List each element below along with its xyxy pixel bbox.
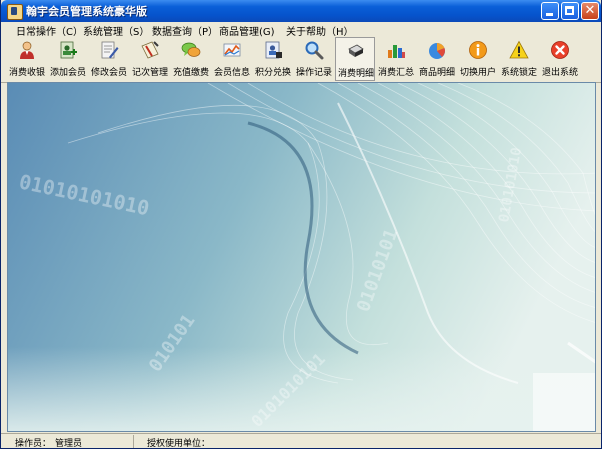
switch-user-label: 切换用户 <box>459 68 496 78</box>
cashier-label: 消费收银 <box>8 68 45 78</box>
consumption-summary-button[interactable]: 消费汇总 <box>376 37 416 81</box>
member-info-button[interactable]: 会员信息 <box>212 37 252 81</box>
edit-member-button[interactable]: 修改会员 <box>89 37 129 81</box>
title-bar[interactable]: 翰宇会员管理系统豪华版 ✕ <box>1 0 601 22</box>
abstract-wave-background: 01010101010 010101 01010101 0101010101 0… <box>8 83 595 431</box>
maximize-button[interactable] <box>561 2 579 20</box>
edit-member-icon <box>101 41 119 59</box>
add-member-button[interactable]: 添加会员 <box>48 37 88 81</box>
main-window: 翰宇会员管理系统豪华版 ✕ 日常操作（C） 系统管理（S） 数据查询（P） 商品… <box>0 0 602 449</box>
product-detail-label: 商品明细 <box>418 68 455 78</box>
workspace-background: 01010101010 010101 01010101 0101010101 0… <box>7 82 596 432</box>
info-icon <box>469 41 487 59</box>
minimize-icon <box>546 13 553 16</box>
recharge-chat-icon <box>181 42 201 57</box>
consumption-detail-button[interactable]: 消费明细 <box>335 37 375 81</box>
operation-log-button[interactable]: 操作记录 <box>294 37 334 81</box>
operator-label: 操作员： <box>15 439 52 449</box>
consumption-detail-icon <box>348 44 364 57</box>
bar-chart-icon <box>388 45 405 58</box>
count-record-icon <box>141 41 159 59</box>
edit-member-label: 修改会员 <box>90 68 127 78</box>
system-lock-label: 系统锁定 <box>500 68 537 78</box>
toolbar: 消费收银 添加会员 修改会员 记次管理 充值缴费 会员信息 积分兑换 操作记录 … <box>1 37 601 83</box>
operator-value: 管理员 <box>55 439 83 449</box>
menu-bar: 日常操作（C） 系统管理（S） 数据查询（P） 商品管理(G) 关于帮助（H） <box>1 22 601 38</box>
member-info-chart-icon <box>223 43 241 57</box>
menu-daily-operations[interactable]: 日常操作（C） <box>16 23 83 38</box>
magnifier-icon <box>305 41 324 60</box>
member-info-label: 会员信息 <box>213 68 250 78</box>
status-bar: 操作员： 管理员 授权使用单位： <box>1 433 601 449</box>
close-icon: ✕ <box>584 3 596 18</box>
menu-about-help[interactable]: 关于帮助（H） <box>286 23 354 38</box>
consumption-summary-label: 消费汇总 <box>377 68 414 78</box>
points-exchange-icon <box>265 41 282 59</box>
cashier-person-icon <box>20 41 34 59</box>
count-record-label: 记次管理 <box>131 68 168 78</box>
minimize-button[interactable] <box>541 2 559 20</box>
cashier-button[interactable]: 消费收银 <box>7 37 47 81</box>
points-exchange-button[interactable]: 积分兑换 <box>253 37 293 81</box>
add-member-icon <box>60 41 77 59</box>
consumption-detail-label: 消费明细 <box>337 69 374 79</box>
menu-data-query[interactable]: 数据查询（P） <box>152 23 218 38</box>
menu-product-management[interactable]: 商品管理(G) <box>219 23 275 38</box>
exit-system-label: 退出系统 <box>541 68 578 78</box>
warning-icon <box>509 40 529 59</box>
recharge-button[interactable]: 充值缴费 <box>171 37 211 81</box>
points-exchange-label: 积分兑换 <box>254 68 291 78</box>
switch-user-button[interactable]: 切换用户 <box>458 37 498 81</box>
count-record-button[interactable]: 记次管理 <box>130 37 170 81</box>
operation-log-label: 操作记录 <box>295 68 332 78</box>
add-member-label: 添加会员 <box>49 68 86 78</box>
system-lock-button[interactable]: 系统锁定 <box>499 37 539 81</box>
maximize-icon <box>565 6 574 15</box>
product-detail-button[interactable]: 商品明细 <box>417 37 457 81</box>
close-button[interactable]: ✕ <box>581 2 599 20</box>
menu-system-management[interactable]: 系统管理（S） <box>83 23 149 38</box>
window-title: 翰宇会员管理系统豪华版 <box>26 5 147 18</box>
exit-system-button[interactable]: 退出系统 <box>540 37 580 81</box>
app-icon <box>7 4 23 20</box>
status-divider <box>133 435 134 448</box>
exit-icon <box>551 41 569 59</box>
pie-chart-icon <box>429 42 445 59</box>
recharge-label: 充值缴费 <box>172 68 209 78</box>
license-label: 授权使用单位： <box>147 439 211 449</box>
